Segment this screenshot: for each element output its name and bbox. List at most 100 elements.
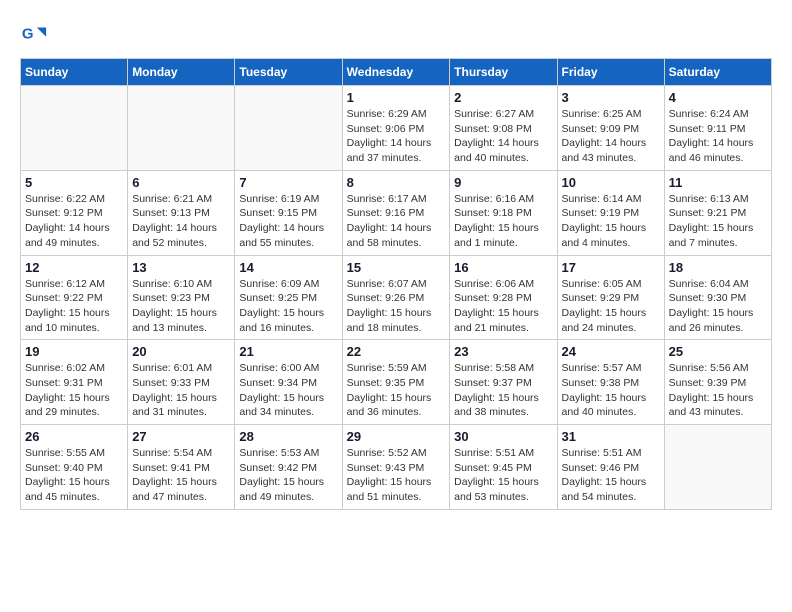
logo: G — [20, 20, 52, 48]
calendar-cell: 10Sunrise: 6:14 AM Sunset: 9:19 PM Dayli… — [557, 170, 664, 255]
weekday-header: Sunday — [21, 59, 128, 86]
weekday-header: Thursday — [450, 59, 557, 86]
day-info: Sunrise: 6:09 AM Sunset: 9:25 PM Dayligh… — [239, 277, 337, 336]
weekday-header: Friday — [557, 59, 664, 86]
day-number: 30 — [454, 429, 552, 444]
day-number: 27 — [132, 429, 230, 444]
calendar-cell — [21, 86, 128, 171]
calendar-cell: 20Sunrise: 6:01 AM Sunset: 9:33 PM Dayli… — [128, 340, 235, 425]
calendar-cell: 21Sunrise: 6:00 AM Sunset: 9:34 PM Dayli… — [235, 340, 342, 425]
day-info: Sunrise: 5:51 AM Sunset: 9:46 PM Dayligh… — [562, 446, 660, 505]
day-info: Sunrise: 6:19 AM Sunset: 9:15 PM Dayligh… — [239, 192, 337, 251]
day-number: 23 — [454, 344, 552, 359]
calendar-cell: 18 Sunrise: 6:04 AM Sunset: 9:30 PM Dayli… — [664, 255, 771, 340]
calendar-week-row: 5Sunrise: 6:22 AM Sunset: 9:12 PM Daylig… — [21, 170, 772, 255]
day-number: 11 — [669, 175, 767, 190]
day-number: 24 — [562, 344, 660, 359]
day-info: Sunrise: 6:13 AM Sunset: 9:21 PM Dayligh… — [669, 192, 767, 251]
day-info: Sunrise: 6:21 AM Sunset: 9:13 PM Dayligh… — [132, 192, 230, 251]
day-number: 25 — [669, 344, 767, 359]
calendar-cell: 1 Sunrise: 6:29 AM Sunset: 9:06 PM Daylig… — [342, 86, 450, 171]
day-info: Sunrise: 5:56 AM Sunset: 9:39 PM Dayligh… — [669, 361, 767, 420]
weekday-header: Wednesday — [342, 59, 450, 86]
logo-icon: G — [20, 20, 48, 48]
calendar-cell: 14 Sunrise: 6:09 AM Sunset: 9:25 PM Dayli… — [235, 255, 342, 340]
calendar-cell: 24 Sunrise: 5:57 AM Sunset: 9:38 PM Dayli… — [557, 340, 664, 425]
day-number: 6 — [132, 175, 230, 190]
calendar-cell — [664, 425, 771, 510]
day-info: Sunrise: 5:57 AM Sunset: 9:38 PM Dayligh… — [562, 361, 660, 420]
day-info: Sunrise: 6:05 AM Sunset: 9:29 PM Dayligh… — [562, 277, 660, 336]
calendar-cell: 22 Sunrise: 5:59 AM Sunset: 9:35 PM Dayli… — [342, 340, 450, 425]
day-info: Sunrise: 6:17 AM Sunset: 9:16 PM Dayligh… — [347, 192, 446, 251]
day-number: 12 — [25, 260, 123, 275]
calendar-cell: 11 Sunrise: 6:13 AM Sunset: 9:21 PM Dayli… — [664, 170, 771, 255]
calendar-cell: 26 Sunrise: 5:55 AM Sunset: 9:40 PM Dayli… — [21, 425, 128, 510]
day-info: Sunrise: 5:59 AM Sunset: 9:35 PM Dayligh… — [347, 361, 446, 420]
calendar-cell: 16Sunrise: 6:06 AM Sunset: 9:28 PM Dayli… — [450, 255, 557, 340]
day-info: Sunrise: 6:02 AM Sunset: 9:31 PM Dayligh… — [25, 361, 123, 420]
calendar-table: SundayMondayTuesdayWednesdayThursdayFrid… — [20, 58, 772, 510]
day-info: Sunrise: 6:27 AM Sunset: 9:08 PM Dayligh… — [454, 107, 552, 166]
weekday-header: Saturday — [664, 59, 771, 86]
calendar-cell: 29Sunrise: 5:52 AM Sunset: 9:43 PM Dayli… — [342, 425, 450, 510]
day-number: 22 — [347, 344, 446, 359]
calendar-week-row: 1 Sunrise: 6:29 AM Sunset: 9:06 PM Daylig… — [21, 86, 772, 171]
calendar-cell: 5Sunrise: 6:22 AM Sunset: 9:12 PM Daylig… — [21, 170, 128, 255]
day-number: 1 — [347, 90, 446, 105]
calendar-week-row: 26 Sunrise: 5:55 AM Sunset: 9:40 PM Dayli… — [21, 425, 772, 510]
day-number: 13 — [132, 260, 230, 275]
day-number: 21 — [239, 344, 337, 359]
calendar-cell: 7 Sunrise: 6:19 AM Sunset: 9:15 PM Daylig… — [235, 170, 342, 255]
day-info: Sunrise: 6:24 AM Sunset: 9:11 PM Dayligh… — [669, 107, 767, 166]
weekday-header: Monday — [128, 59, 235, 86]
day-info: Sunrise: 6:14 AM Sunset: 9:19 PM Dayligh… — [562, 192, 660, 251]
day-number: 17 — [562, 260, 660, 275]
page-header: G — [20, 20, 772, 48]
day-number: 16 — [454, 260, 552, 275]
calendar-cell: 15Sunrise: 6:07 AM Sunset: 9:26 PM Dayli… — [342, 255, 450, 340]
day-number: 28 — [239, 429, 337, 444]
calendar-cell: 27 Sunrise: 5:54 AM Sunset: 9:41 PM Dayli… — [128, 425, 235, 510]
day-number: 15 — [347, 260, 446, 275]
calendar-cell: 25 Sunrise: 5:56 AM Sunset: 9:39 PM Dayli… — [664, 340, 771, 425]
day-number: 3 — [562, 90, 660, 105]
calendar-cell: 13Sunrise: 6:10 AM Sunset: 9:23 PM Dayli… — [128, 255, 235, 340]
day-info: Sunrise: 5:53 AM Sunset: 9:42 PM Dayligh… — [239, 446, 337, 505]
day-number: 8 — [347, 175, 446, 190]
day-number: 4 — [669, 90, 767, 105]
day-number: 18 — [669, 260, 767, 275]
day-info: Sunrise: 6:22 AM Sunset: 9:12 PM Dayligh… — [25, 192, 123, 251]
calendar-cell — [235, 86, 342, 171]
day-number: 26 — [25, 429, 123, 444]
calendar-cell: 17 Sunrise: 6:05 AM Sunset: 9:29 PM Dayli… — [557, 255, 664, 340]
day-number: 20 — [132, 344, 230, 359]
calendar-cell: 4 Sunrise: 6:24 AM Sunset: 9:11 PM Daylig… — [664, 86, 771, 171]
calendar-week-row: 12Sunrise: 6:12 AM Sunset: 9:22 PM Dayli… — [21, 255, 772, 340]
calendar-cell: 12Sunrise: 6:12 AM Sunset: 9:22 PM Dayli… — [21, 255, 128, 340]
calendar-cell: 6 Sunrise: 6:21 AM Sunset: 9:13 PM Daylig… — [128, 170, 235, 255]
day-info: Sunrise: 5:51 AM Sunset: 9:45 PM Dayligh… — [454, 446, 552, 505]
weekday-header: Tuesday — [235, 59, 342, 86]
day-info: Sunrise: 6:25 AM Sunset: 9:09 PM Dayligh… — [562, 107, 660, 166]
day-info: Sunrise: 6:16 AM Sunset: 9:18 PM Dayligh… — [454, 192, 552, 251]
calendar-cell: 28 Sunrise: 5:53 AM Sunset: 9:42 PM Dayli… — [235, 425, 342, 510]
calendar-cell: 31Sunrise: 5:51 AM Sunset: 9:46 PM Dayli… — [557, 425, 664, 510]
calendar-cell: 3 Sunrise: 6:25 AM Sunset: 9:09 PM Daylig… — [557, 86, 664, 171]
day-number: 2 — [454, 90, 552, 105]
day-info: Sunrise: 5:54 AM Sunset: 9:41 PM Dayligh… — [132, 446, 230, 505]
calendar-week-row: 19Sunrise: 6:02 AM Sunset: 9:31 PM Dayli… — [21, 340, 772, 425]
day-number: 14 — [239, 260, 337, 275]
day-info: Sunrise: 5:55 AM Sunset: 9:40 PM Dayligh… — [25, 446, 123, 505]
day-number: 9 — [454, 175, 552, 190]
calendar-cell: 9 Sunrise: 6:16 AM Sunset: 9:18 PM Daylig… — [450, 170, 557, 255]
calendar-cell: 19Sunrise: 6:02 AM Sunset: 9:31 PM Dayli… — [21, 340, 128, 425]
day-number: 7 — [239, 175, 337, 190]
day-info: Sunrise: 6:04 AM Sunset: 9:30 PM Dayligh… — [669, 277, 767, 336]
calendar-cell: 8 Sunrise: 6:17 AM Sunset: 9:16 PM Daylig… — [342, 170, 450, 255]
day-info: Sunrise: 6:29 AM Sunset: 9:06 PM Dayligh… — [347, 107, 446, 166]
calendar-header-row: SundayMondayTuesdayWednesdayThursdayFrid… — [21, 59, 772, 86]
svg-text:G: G — [22, 26, 34, 43]
calendar-cell: 2 Sunrise: 6:27 AM Sunset: 9:08 PM Daylig… — [450, 86, 557, 171]
calendar-cell: 23Sunrise: 5:58 AM Sunset: 9:37 PM Dayli… — [450, 340, 557, 425]
